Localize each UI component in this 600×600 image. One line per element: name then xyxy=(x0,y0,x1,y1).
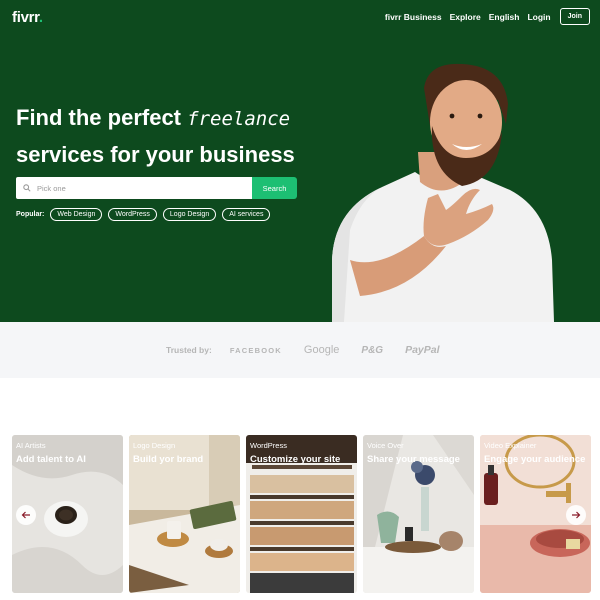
card-title: Add talent to AI xyxy=(16,454,86,465)
category-card-voice-over[interactable]: Voice Over Share your message xyxy=(363,435,474,593)
top-nav: fivrr. fivrr Business Explore English Lo… xyxy=(0,0,600,34)
nav-link-login[interactable]: Login xyxy=(527,12,550,22)
popular-tag-wordpress[interactable]: WordPress xyxy=(108,208,157,221)
hero-headline: Find the perfect freelance services for … xyxy=(16,100,295,173)
facebook-logo: FACEBOOK xyxy=(229,345,282,355)
card-category: Logo Design xyxy=(133,441,176,450)
nav-link-explore[interactable]: Explore xyxy=(450,12,481,22)
carousel-next-button[interactable] xyxy=(566,505,586,525)
arrow-right-icon xyxy=(572,511,581,519)
nav-links: fivrr Business Explore English Login Joi… xyxy=(377,8,590,25)
headline-accent: freelance xyxy=(187,108,291,130)
headline-line-1: Find the perfect freelance xyxy=(16,100,295,137)
popular-tag-web-design[interactable]: Web Design xyxy=(50,208,103,221)
trusted-logos: Trusted by: FACEBOOK Google P&G PayPal xyxy=(166,344,462,356)
hero-person-image xyxy=(332,63,554,322)
headline-line-2: services for your business xyxy=(16,142,295,167)
google-logo: Google xyxy=(303,344,340,356)
search-bar: Search xyxy=(16,177,297,199)
popular-tag-logo-design[interactable]: Logo Design xyxy=(162,208,217,221)
card-category: WordPress xyxy=(250,441,287,450)
nav-link-language[interactable]: English xyxy=(489,12,520,22)
hero-section: fivrr. fivrr Business Explore English Lo… xyxy=(0,0,600,322)
card-category: AI Artists xyxy=(16,441,46,450)
card-title: Engage your audience xyxy=(484,454,586,465)
search-button[interactable]: Search xyxy=(252,177,297,199)
popular-tag-ai-services[interactable]: AI services xyxy=(222,208,271,221)
pg-logo: P&G xyxy=(361,344,384,356)
trusted-bar: Trusted by: FACEBOOK Google P&G PayPal xyxy=(0,322,600,378)
card-title: Customize your site xyxy=(250,454,341,465)
carousel-prev-button[interactable] xyxy=(16,505,36,525)
search-field[interactable] xyxy=(16,177,252,199)
card-title: Build yor brand xyxy=(133,454,204,465)
card-category: Video Explainer xyxy=(484,441,537,450)
popular-label: Popular: xyxy=(16,211,45,218)
fiverr-logo[interactable]: fivrr. xyxy=(12,9,43,26)
popular-tags: Popular: Web Design WordPress Logo Desig… xyxy=(16,208,276,221)
arrow-left-icon xyxy=(21,511,30,519)
nav-link-business[interactable]: fivrr Business xyxy=(385,12,442,22)
paypal-logo: PayPal xyxy=(405,344,440,356)
category-card-logo-design[interactable]: Logo Design Build yor brand xyxy=(129,435,240,593)
headline-text-1: Find the perfect xyxy=(16,105,188,130)
search-input[interactable] xyxy=(37,183,227,193)
card-category: Voice Over xyxy=(367,441,404,450)
trusted-label: Trusted by: xyxy=(166,345,212,355)
category-carousel: AI Artists Add talent to AI Logo Design … xyxy=(12,435,597,593)
join-button[interactable]: Join xyxy=(559,8,590,25)
search-icon xyxy=(23,184,31,192)
logo-text: fivrr xyxy=(12,9,39,26)
card-title: Share your message xyxy=(367,454,460,465)
logo-dot: . xyxy=(38,9,43,26)
category-card-wordpress[interactable]: WordPress Customize your site xyxy=(246,435,357,593)
